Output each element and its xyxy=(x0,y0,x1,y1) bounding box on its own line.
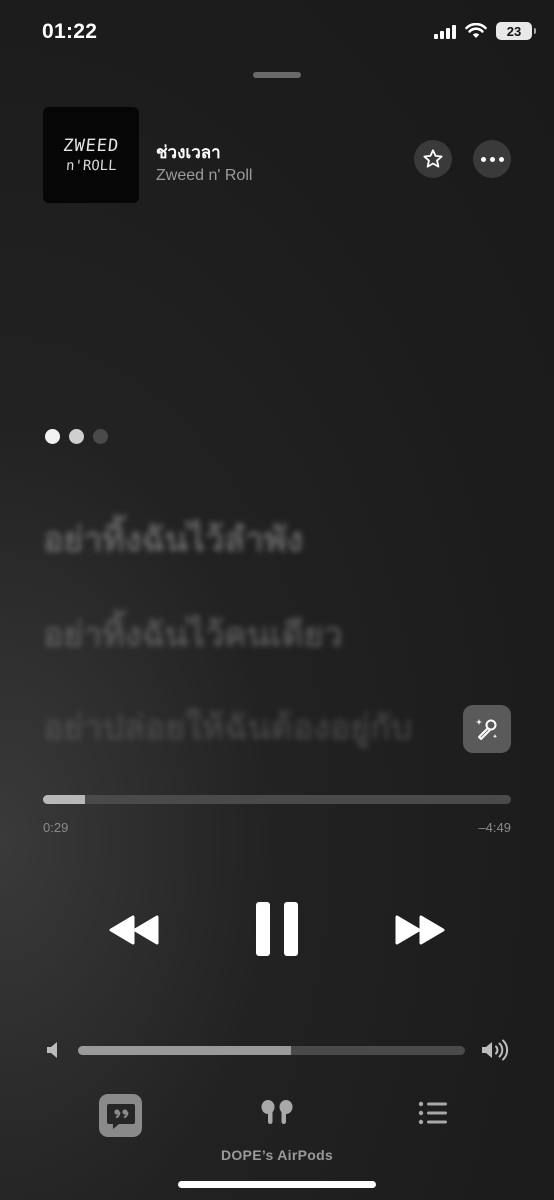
lyric-line[interactable]: อย่าทิ้งฉันไว้คนเดียว xyxy=(43,607,343,661)
sheet-grabber[interactable] xyxy=(253,72,301,78)
airpods-icon xyxy=(261,1100,293,1124)
artwork-text-line1: ZWEED xyxy=(61,136,121,156)
pause-button[interactable] xyxy=(248,898,306,960)
ellipsis-icon xyxy=(480,156,504,162)
volume-max-button[interactable] xyxy=(480,1038,510,1067)
playback-progress-bar[interactable] xyxy=(43,795,511,804)
lyrics-interlude-indicator xyxy=(45,429,108,444)
volume-slider[interactable] xyxy=(78,1046,465,1055)
elapsed-time: 0:29 xyxy=(43,820,69,835)
speaker-high-icon xyxy=(482,1039,509,1061)
lyrics-button[interactable] xyxy=(99,1094,142,1137)
queue-button[interactable] xyxy=(418,1100,448,1131)
wifi-icon xyxy=(465,23,487,38)
song-title[interactable]: ช่วงเวลา xyxy=(156,139,221,166)
song-artist[interactable]: Zweed n' Roll xyxy=(156,167,252,185)
airplay-button[interactable] xyxy=(259,1098,295,1133)
star-icon xyxy=(423,149,443,168)
forward-icon xyxy=(395,915,445,945)
playback-progress-fill xyxy=(43,795,86,804)
backward-icon xyxy=(109,915,159,945)
microphone-sparkle-icon xyxy=(476,719,498,740)
cellular-signal-icon xyxy=(434,23,456,39)
pause-icon xyxy=(249,902,305,956)
quote-bubble-icon xyxy=(106,1103,135,1129)
list-icon xyxy=(418,1101,447,1125)
battery-indicator: 23 xyxy=(496,22,536,40)
album-artwork: ZWEED n'ROLL xyxy=(43,107,139,203)
sing-mode-button[interactable] xyxy=(463,705,511,753)
next-track-button[interactable] xyxy=(386,905,454,955)
home-indicator[interactable] xyxy=(178,1181,376,1188)
volume-min-button[interactable] xyxy=(45,1040,61,1065)
lyric-line[interactable]: อย่าปล่อยให้ฉันต้องอยู่กับ xyxy=(43,700,412,754)
airplay-device-label[interactable]: DOPE’s AirPods xyxy=(0,1147,554,1163)
lyric-line[interactable]: อย่าทิ้งฉันไว้ลำพัง xyxy=(43,512,303,566)
artwork-text-line2: n'ROLL xyxy=(65,158,117,174)
previous-track-button[interactable] xyxy=(100,905,168,955)
more-options-button[interactable] xyxy=(473,140,511,178)
volume-slider-fill xyxy=(78,1046,291,1055)
status-icons: 23 xyxy=(434,22,536,40)
speaker-low-icon xyxy=(47,1042,57,1058)
status-time: 01:22 xyxy=(42,20,98,43)
remaining-time: –4:49 xyxy=(478,820,511,835)
favorite-button[interactable] xyxy=(414,140,452,178)
